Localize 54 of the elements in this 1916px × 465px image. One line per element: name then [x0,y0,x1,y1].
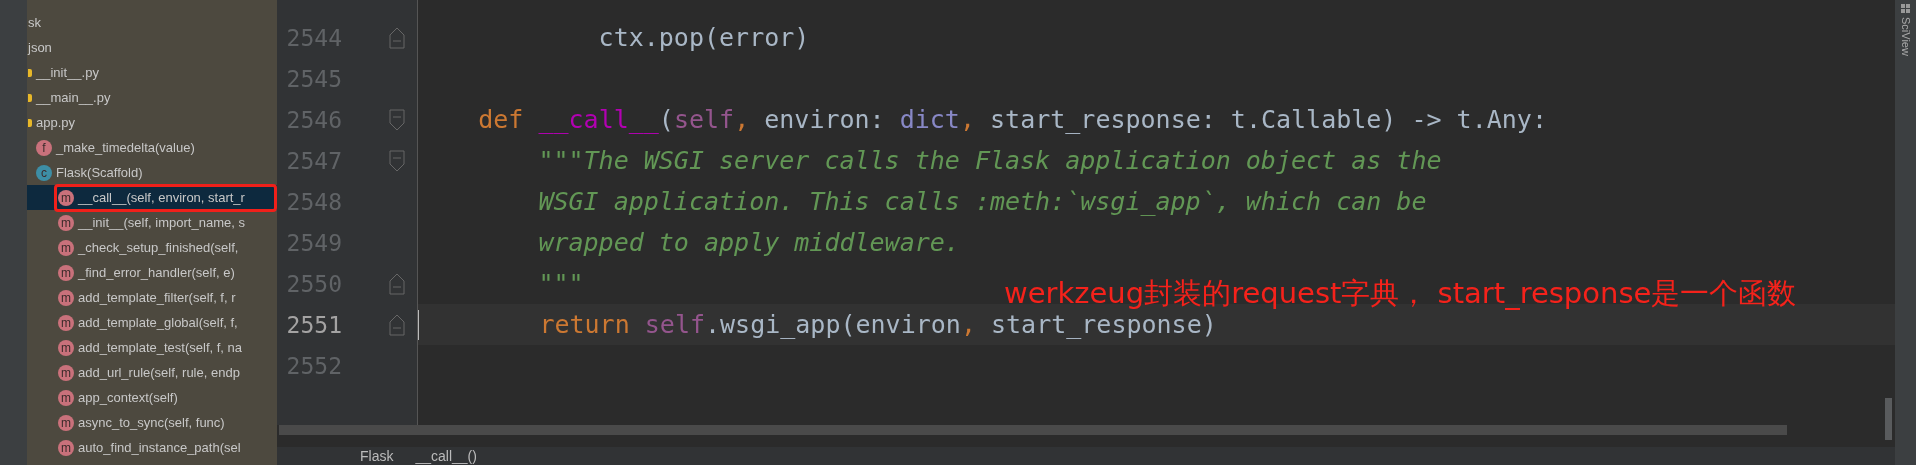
structure-item[interactable]: app.py [27,110,277,135]
structure-item[interactable]: m async_to_sync(self, func) [27,410,277,435]
text-cursor [417,309,419,340]
structure-item[interactable]: m add_url_rule(self, rule, endp [27,360,277,385]
line-number: 2551 [285,311,342,338]
structure-item[interactable]: m auto_find_instance_path(sel [27,435,277,460]
fold-icon[interactable] [389,313,405,336]
structure-item[interactable]: m add_template_global(self, f, [27,310,277,335]
class-icon: c [36,164,52,181]
structure-item[interactable]: m _find_error_handler(self, e) [27,260,277,285]
method-icon: m [58,389,74,406]
scrollbar[interactable] [279,425,1787,435]
structure-item[interactable]: m __init__(self, import_name, s [27,210,277,235]
method-icon: m [58,239,74,256]
method-icon: m [58,364,74,381]
structure-item[interactable]: m app_context(self) [27,385,277,410]
fold-icon[interactable] [389,149,405,172]
side-tab[interactable]: SciView [1899,17,1912,56]
method-icon: m [58,314,74,331]
code-line: return self.wsgi_app(environ, start_response) [538,310,1217,339]
scrollbar[interactable] [1885,398,1892,440]
method-icon: m [58,439,74,456]
breadcrumb[interactable]: __call__() [415,447,477,465]
code-line: def __call__(self, environ: dict, start_response: t.Callable) -> t.Any: [477,105,1547,134]
structure-item[interactable]: json [27,35,277,60]
method-icon: m [58,414,74,431]
annotation-text: werkzeug封装的request字典， start_response是一个函数 [1004,275,1797,312]
structure-item[interactable]: m add_template_filter(self, f, r [27,285,277,310]
structure-item[interactable]: f _make_timedelta(value) [27,135,277,160]
code-line: """The WSGI server calls the Flask application object as the [537,146,1442,175]
structure-item[interactable]: __main__.py [27,85,277,110]
method-icon: m [58,339,74,356]
fold-icon[interactable] [389,26,405,49]
fold-icon[interactable] [389,272,405,295]
structure-item[interactable]: sk [27,10,277,35]
method-icon: m [58,289,74,306]
breadcrumb[interactable]: Flask [360,447,394,465]
structure-item[interactable]: __init__.py [27,60,277,85]
structure-item[interactable]: m _check_setup_finished(self, [27,235,277,260]
grid-icon [1901,4,1910,13]
file-icon [28,68,32,77]
file-icon [28,93,32,102]
method-icon: m [58,214,74,231]
method-icon: m [58,189,74,206]
function-icon: f [36,139,52,156]
code-line: ctx.pop(error) [597,23,810,52]
structure-item[interactable]: m add_template_test(self, f, na [27,335,277,360]
file-icon [28,118,32,127]
structure-item[interactable]: c Flask(Scaffold) [27,160,277,185]
fold-icon[interactable] [389,108,405,131]
code-line: """ [537,269,584,298]
code-line: wrapped to apply middleware. [537,228,960,257]
method-icon: m [58,264,74,281]
code-line: WSGI application. This calls :meth:`wsgi_app`, which can be [537,187,1427,216]
